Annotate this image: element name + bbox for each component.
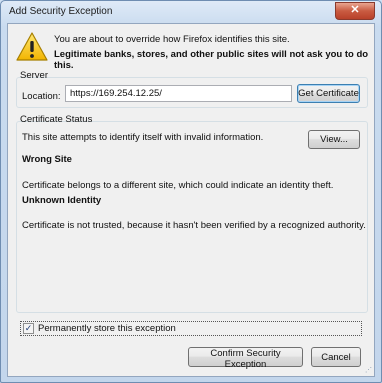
intro-warning-text: Legitimate banks, stores, and other publ… bbox=[54, 49, 369, 71]
cancel-button[interactable]: Cancel bbox=[311, 347, 361, 367]
dialog-window: Add Security Exception ✕ You are about t… bbox=[0, 0, 382, 383]
get-certificate-button[interactable]: Get Certificate bbox=[297, 84, 360, 103]
view-button-label: View... bbox=[320, 134, 348, 145]
wrong-site-heading: Wrong Site bbox=[22, 154, 72, 165]
unknown-identity-text: Certificate is not trusted, because it h… bbox=[22, 220, 366, 231]
warning-icon bbox=[16, 32, 48, 61]
view-button[interactable]: View... bbox=[308, 130, 360, 149]
server-group-label: Server bbox=[20, 70, 48, 81]
close-button[interactable]: ✕ bbox=[335, 2, 375, 20]
wrong-site-text: Certificate belongs to a different site,… bbox=[22, 180, 334, 191]
window-title: Add Security Exception bbox=[9, 6, 113, 17]
permanent-store-label: Permanently store this exception bbox=[38, 323, 176, 334]
resize-grip-icon[interactable]: ⋰ bbox=[365, 367, 373, 375]
location-input[interactable] bbox=[65, 85, 292, 102]
close-icon: ✕ bbox=[350, 4, 360, 16]
confirm-security-exception-button[interactable]: Confirm Security Exception bbox=[188, 347, 303, 370]
location-label: Location: bbox=[22, 91, 61, 102]
unknown-identity-heading: Unknown Identity bbox=[22, 195, 102, 206]
certificate-status-group bbox=[16, 121, 368, 313]
dialog-content: You are about to override how Firefox id… bbox=[7, 23, 375, 377]
intro-text: You are about to override how Firefox id… bbox=[54, 34, 290, 45]
certificate-summary: This site attempts to identify itself wi… bbox=[22, 132, 264, 143]
permanent-store-checkbox[interactable]: ✓ bbox=[23, 323, 34, 334]
certificate-status-group-label: Certificate Status bbox=[20, 114, 93, 125]
title-bar[interactable]: Add Security Exception ✕ bbox=[1, 1, 381, 23]
permanent-store-row[interactable]: ✓ Permanently store this exception bbox=[20, 321, 362, 336]
